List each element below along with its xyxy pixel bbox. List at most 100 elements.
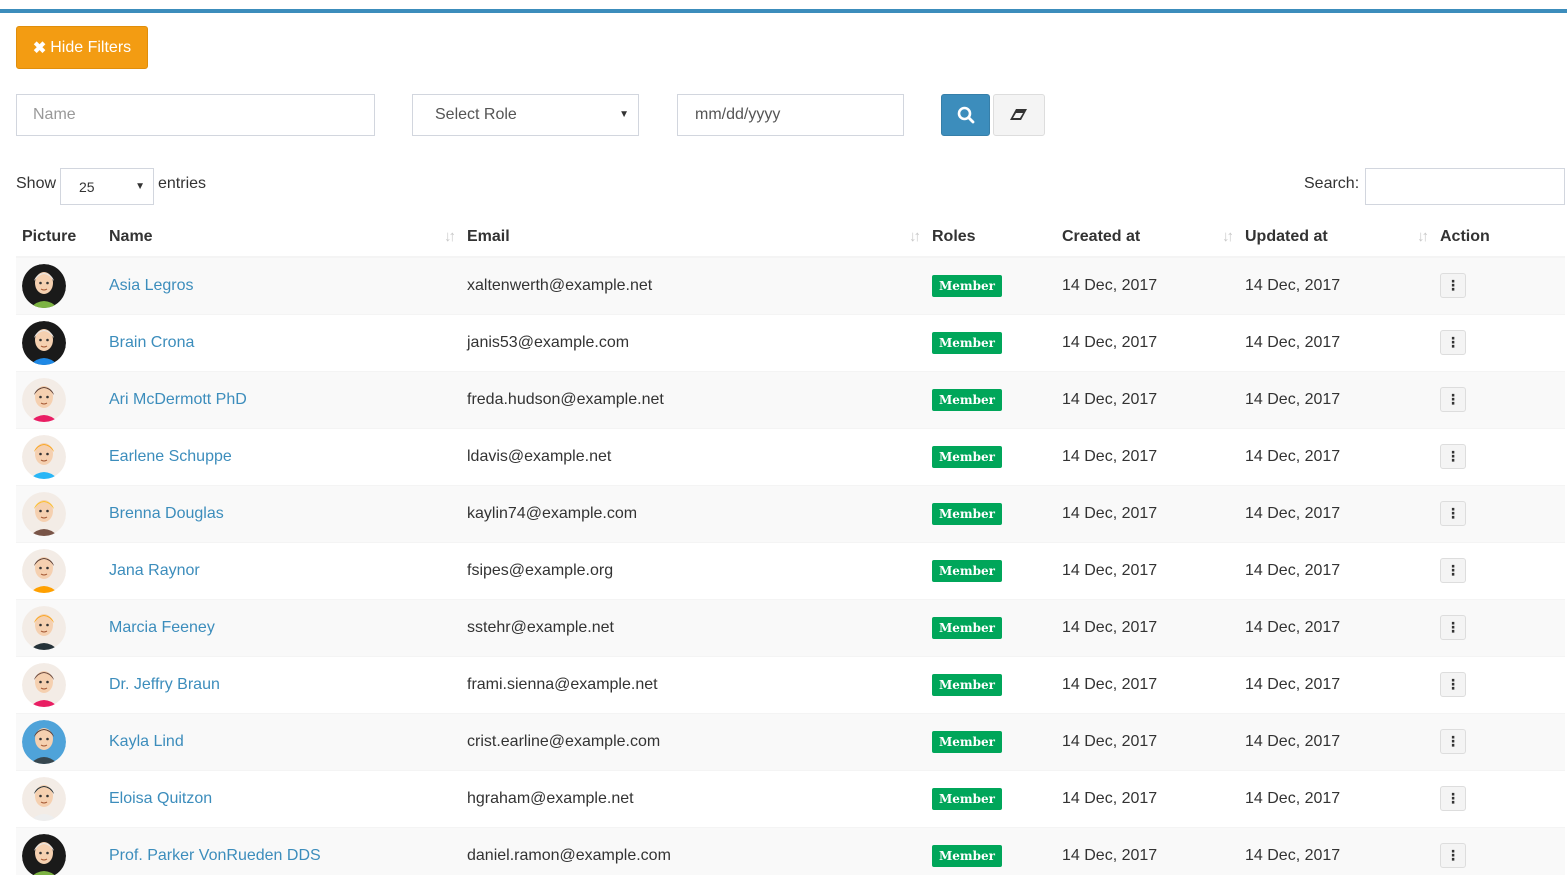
action-menu-button[interactable]: ⋮ <box>1440 273 1466 299</box>
avatar-icon <box>22 320 66 365</box>
name-filter-input[interactable] <box>16 94 375 136</box>
sort-icon: ↓↑ <box>909 228 921 245</box>
entries-label: entries <box>158 175 207 192</box>
picture-cell <box>16 313 103 371</box>
user-name-link[interactable]: Prof. Parker VonRueden DDS <box>109 847 321 864</box>
user-name-link[interactable]: Earlene Schuppe <box>109 448 232 465</box>
role-badge: Member <box>932 559 1002 582</box>
table-row: Marcia Feeney sstehr@example.net Member 14 … <box>16 598 1565 656</box>
users-table: Picture Name ↓↑ Email ↓↑ Roles Created at ↓… <box>16 217 1565 875</box>
created-cell: 14 Dec, 2017 <box>1056 769 1239 827</box>
table-row: Jana Raynor fsipes@example.org Member 14 De… <box>16 541 1565 599</box>
top-accent-bar <box>0 9 1567 13</box>
table-row: Brain Crona janis53@example.com Member 14 D… <box>16 313 1565 371</box>
action-cell: ⋮ <box>1434 541 1565 599</box>
email-cell: xaltenwerth@example.net <box>461 256 926 314</box>
action-menu-button[interactable]: ⋮ <box>1440 330 1466 355</box>
table-row: Brenna Douglas kaylin74@example.com Member… <box>16 484 1565 542</box>
created-cell: 14 Dec, 2017 <box>1056 370 1239 428</box>
picture-cell <box>16 826 103 875</box>
action-menu-button[interactable]: ⋮ <box>1440 387 1466 412</box>
created-cell: 14 Dec, 2017 <box>1056 598 1239 656</box>
updated-cell: 14 Dec, 2017 <box>1239 256 1434 314</box>
action-menu-button[interactable]: ⋮ <box>1440 444 1466 469</box>
email-cell: frami.sienna@example.net <box>461 655 926 713</box>
more-vertical-icon: ⋮ <box>1446 676 1460 692</box>
email-cell: fsipes@example.org <box>461 541 926 599</box>
avatar-icon <box>22 491 66 536</box>
picture-cell <box>16 769 103 827</box>
user-name-link[interactable]: Marcia Feeney <box>109 619 215 636</box>
more-vertical-icon: ⋮ <box>1446 277 1460 294</box>
role-badge: Member <box>932 730 1002 753</box>
col-updated[interactable]: Updated at ↓↑ <box>1239 217 1434 258</box>
name-cell: Asia Legros <box>103 256 461 314</box>
role-filter-select[interactable]: Select Role ▼ <box>412 94 639 136</box>
picture-cell <box>16 256 103 314</box>
picture-cell <box>16 370 103 428</box>
col-created[interactable]: Created at ↓↑ <box>1056 217 1239 258</box>
sort-icon: ↓↑ <box>444 228 456 245</box>
updated-cell: 14 Dec, 2017 <box>1239 370 1434 428</box>
more-vertical-icon: ⋮ <box>1446 562 1460 578</box>
action-menu-button[interactable]: ⋮ <box>1440 501 1466 526</box>
col-name[interactable]: Name ↓↑ <box>103 217 461 258</box>
entries-value: 25 <box>79 178 95 195</box>
user-name-link[interactable]: Ari McDermott PhD <box>109 391 247 408</box>
updated-cell: 14 Dec, 2017 <box>1239 598 1434 656</box>
action-menu-button[interactable]: ⋮ <box>1440 558 1466 583</box>
created-cell: 14 Dec, 2017 <box>1056 256 1239 314</box>
table-search-input[interactable] <box>1365 168 1565 205</box>
role-badge: Member <box>932 274 1002 297</box>
col-action: Action <box>1434 217 1565 258</box>
col-email[interactable]: Email ↓↑ <box>461 217 926 258</box>
created-cell: 14 Dec, 2017 <box>1056 712 1239 770</box>
name-cell: Marcia Feeney <box>103 598 461 656</box>
roles-cell: Member <box>926 598 1056 656</box>
action-menu-button[interactable]: ⋮ <box>1440 615 1466 640</box>
action-cell: ⋮ <box>1434 313 1565 371</box>
action-cell: ⋮ <box>1434 256 1565 314</box>
created-cell: 14 Dec, 2017 <box>1056 541 1239 599</box>
col-roles: Roles <box>926 217 1056 258</box>
action-cell: ⋮ <box>1434 427 1565 485</box>
date-placeholder: mm/dd/yyyy <box>695 106 781 123</box>
user-name-link[interactable]: Brenna Douglas <box>109 505 224 522</box>
user-name-link[interactable]: Dr. Jeffry Braun <box>109 676 220 693</box>
name-cell: Eloisa Quitzon <box>103 769 461 827</box>
email-cell: daniel.ramon@example.com <box>461 826 926 875</box>
col-picture: Picture <box>16 217 103 258</box>
avatar-icon <box>22 548 66 593</box>
name-cell: Prof. Parker VonRueden DDS <box>103 826 461 875</box>
search-icon <box>957 106 974 124</box>
hide-filters-label: Hide Filters <box>50 38 132 56</box>
role-badge: Member <box>932 844 1002 867</box>
more-vertical-icon: ⋮ <box>1446 448 1460 464</box>
email-cell: janis53@example.com <box>461 313 926 371</box>
user-name-link[interactable]: Kayla Lind <box>109 733 184 750</box>
avatar-icon <box>22 263 66 308</box>
name-cell: Earlene Schuppe <box>103 427 461 485</box>
picture-cell <box>16 598 103 656</box>
table-row: Earlene Schuppe ldavis@example.net Member 1… <box>16 427 1565 485</box>
created-cell: 14 Dec, 2017 <box>1056 655 1239 713</box>
role-badge: Member <box>932 502 1002 525</box>
search-button[interactable] <box>941 94 990 136</box>
clear-filters-button[interactable] <box>993 94 1045 136</box>
more-vertical-icon: ⋮ <box>1446 619 1460 635</box>
date-filter-input[interactable]: mm/dd/yyyy <box>677 94 904 136</box>
user-name-link[interactable]: Eloisa Quitzon <box>109 790 212 807</box>
email-cell: hgraham@example.net <box>461 769 926 827</box>
entries-per-page-select[interactable]: 25 ▼ <box>60 168 154 205</box>
user-name-link[interactable]: Brain Crona <box>109 334 194 351</box>
action-menu-button[interactable]: ⋮ <box>1440 672 1466 697</box>
action-menu-button[interactable]: ⋮ <box>1440 843 1466 869</box>
action-menu-button[interactable]: ⋮ <box>1440 729 1466 754</box>
role-select-value: Select Role <box>435 106 517 123</box>
user-name-link[interactable]: Jana Raynor <box>109 562 200 579</box>
hide-filters-button[interactable]: ✖ Hide Filters <box>16 26 148 69</box>
action-menu-button[interactable]: ⋮ <box>1440 786 1466 811</box>
role-badge: Member <box>932 787 1002 810</box>
user-name-link[interactable]: Asia Legros <box>109 277 194 294</box>
email-cell: crist.earline@example.com <box>461 712 926 770</box>
